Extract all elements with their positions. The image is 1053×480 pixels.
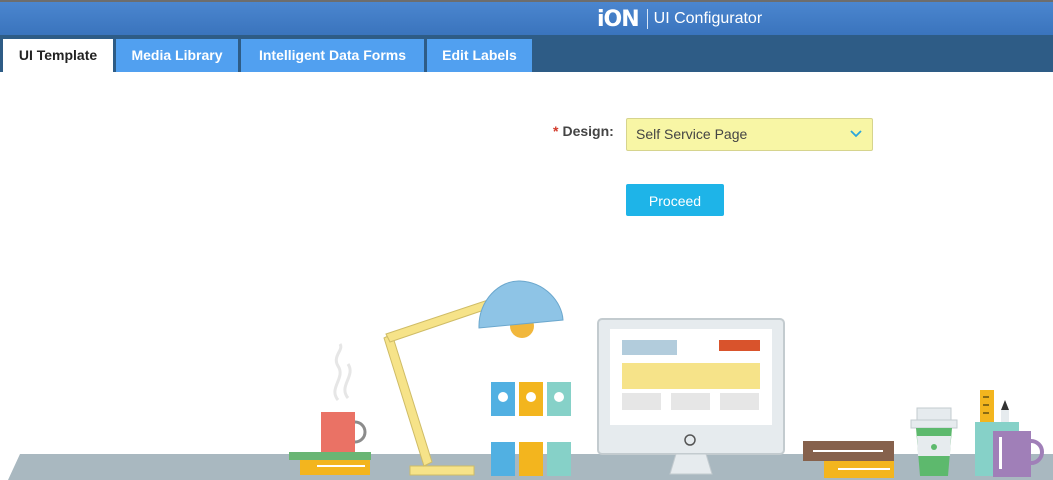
required-marker: * [553, 123, 559, 139]
design-select-value: Self Service Page [636, 126, 748, 142]
proceed-button[interactable]: Proceed [626, 184, 724, 216]
design-select[interactable]: Self Service Page [626, 118, 873, 151]
monitor-icon [597, 318, 785, 475]
design-label-text: Design: [562, 123, 614, 139]
chevron-down-icon [850, 130, 862, 138]
coffee-mug-icon [289, 343, 371, 475]
binders-icon [491, 382, 571, 476]
design-label: * Design: [553, 123, 614, 139]
desk-illustration [8, 280, 1053, 480]
